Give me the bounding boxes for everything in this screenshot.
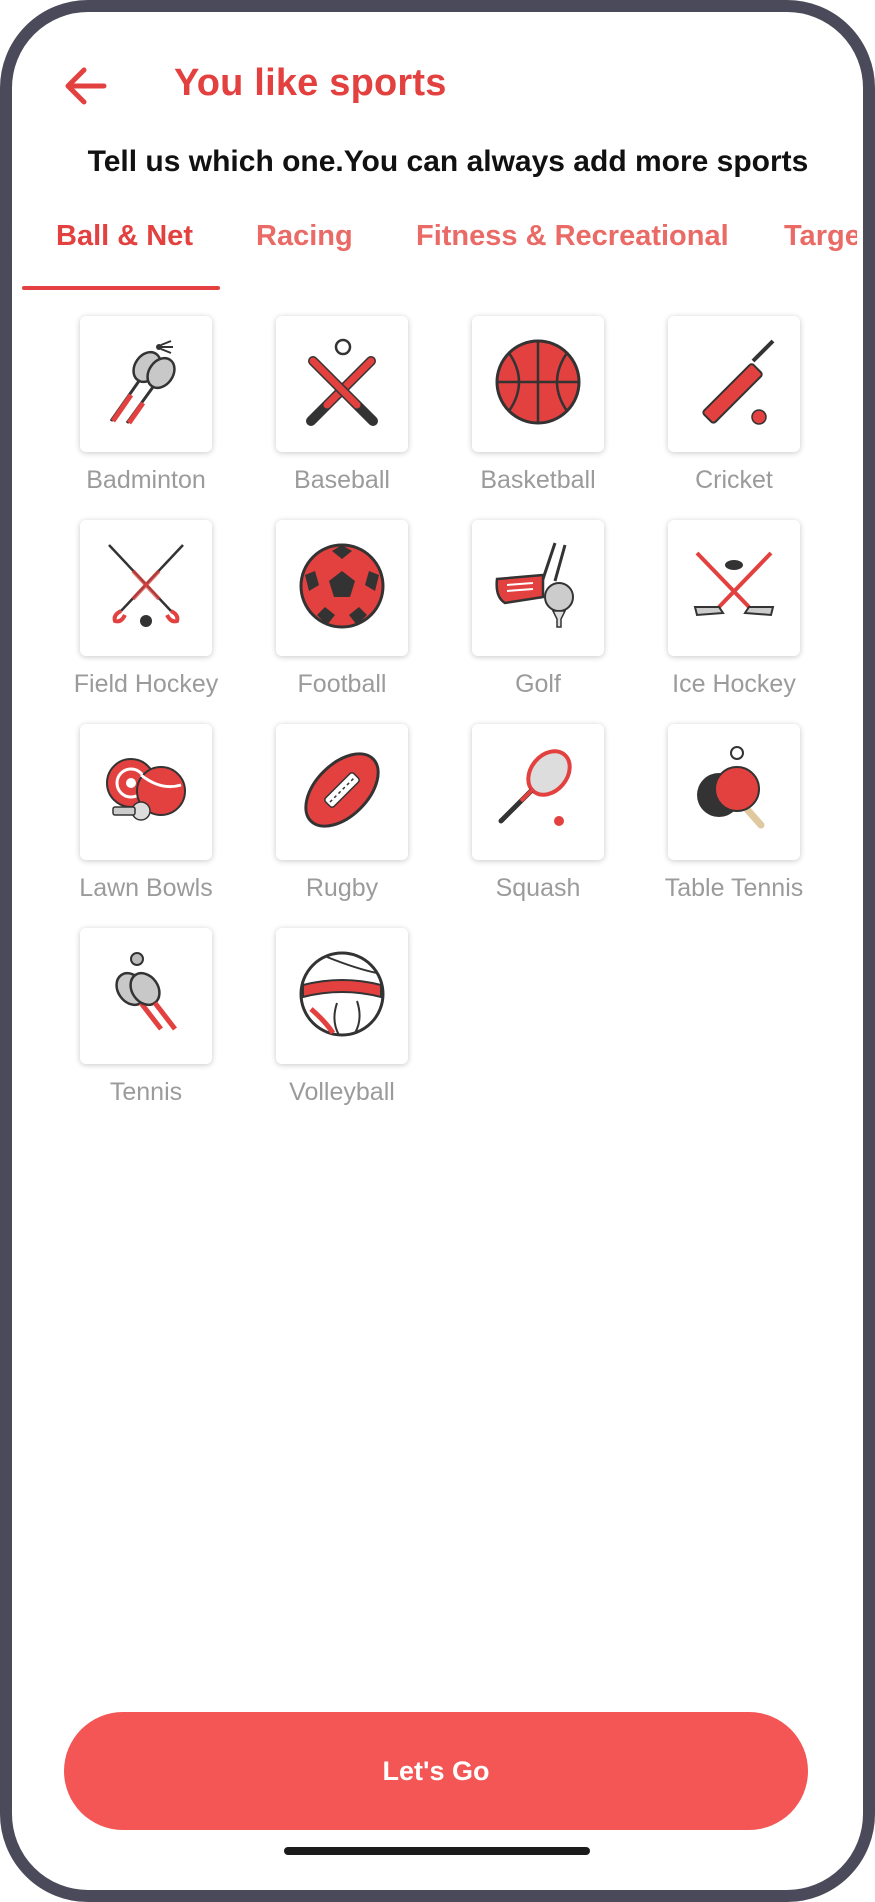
sport-card	[668, 316, 800, 452]
sport-label: Squash	[495, 874, 581, 902]
sport-card	[668, 520, 800, 656]
sport-card	[80, 928, 212, 1064]
sport-tile-table-tennis[interactable]: Table Tennis	[654, 724, 804, 924]
sport-tile-volleyball[interactable]: Volleyball	[262, 928, 412, 1128]
sport-label: Lawn Bowls	[79, 874, 213, 902]
lawn-bowls-icon	[101, 745, 191, 840]
sport-tile-lawn-bowls[interactable]: Lawn Bowls	[66, 724, 216, 924]
sport-label: Badminton	[86, 466, 206, 494]
tab-fitness-recreational[interactable]: Fitness & Recreational	[416, 220, 729, 253]
sport-label: Rugby	[305, 874, 379, 902]
football-icon	[297, 541, 387, 636]
category-tabs: Ball & Net Racing Fitness & Recreational…	[18, 210, 857, 296]
sport-card	[472, 316, 604, 452]
sport-tile-cricket[interactable]: Cricket	[654, 316, 804, 516]
volleyball-icon	[297, 949, 387, 1044]
sport-label: Basketball	[480, 466, 596, 494]
app-screen: You like sports Tell us which one.You ca…	[18, 20, 857, 1882]
sport-label: Baseball	[294, 466, 390, 494]
table-tennis-icon	[689, 745, 779, 840]
ice-hockey-icon	[689, 541, 779, 636]
lets-go-button[interactable]: Let's Go	[64, 1712, 808, 1830]
sport-tile-rugby[interactable]: Rugby	[262, 724, 412, 924]
sport-label: Tennis	[109, 1078, 183, 1106]
sport-tile-badminton[interactable]: Badminton	[66, 316, 216, 516]
sport-tile-golf[interactable]: Golf	[458, 520, 608, 720]
home-indicator[interactable]	[284, 1847, 590, 1855]
sport-label: Ice Hockey	[672, 670, 796, 698]
squash-icon	[493, 745, 583, 840]
sport-card	[472, 724, 604, 860]
sport-tile-tennis[interactable]: Tennis	[66, 928, 216, 1128]
sport-card	[276, 724, 408, 860]
sport-card	[80, 316, 212, 452]
sport-label: Field Hockey	[73, 670, 219, 698]
page-subtitle: Tell us which one.You can always add mor…	[87, 145, 809, 178]
back-arrow-icon[interactable]	[62, 64, 112, 108]
rugby-icon	[297, 745, 387, 840]
sport-card	[80, 520, 212, 656]
sport-card	[276, 520, 408, 656]
tab-racing[interactable]: Racing	[256, 220, 353, 253]
sport-label: Volleyball	[289, 1078, 395, 1106]
field-hockey-icon	[101, 541, 191, 636]
sport-card	[276, 928, 408, 1064]
cricket-icon	[689, 337, 779, 432]
sport-tile-ice-hockey[interactable]: Ice Hockey	[654, 520, 804, 720]
sport-card	[668, 724, 800, 860]
baseball-icon	[297, 337, 387, 432]
tab-ball-net[interactable]: Ball & Net	[56, 220, 193, 253]
page-title: You like sports	[174, 62, 447, 104]
sport-label: Table Tennis	[664, 874, 804, 902]
sport-tile-basketball[interactable]: Basketball	[458, 316, 608, 516]
sport-label: Cricket	[695, 466, 773, 494]
sport-label: Football	[297, 670, 387, 698]
active-tab-indicator	[22, 286, 220, 290]
tennis-icon	[101, 949, 191, 1044]
basketball-icon	[493, 337, 583, 432]
sport-card	[472, 520, 604, 656]
tab-target[interactable]: Targe	[784, 220, 857, 253]
sport-tile-field-hockey[interactable]: Field Hockey	[66, 520, 218, 720]
sport-label: Golf	[515, 670, 561, 698]
badminton-icon	[101, 337, 191, 432]
sport-card	[80, 724, 212, 860]
sport-tile-football[interactable]: Football	[262, 520, 412, 720]
sport-card	[276, 316, 408, 452]
sport-tile-baseball[interactable]: Baseball	[262, 316, 412, 516]
golf-icon	[493, 541, 583, 636]
sport-tile-squash[interactable]: Squash	[458, 724, 608, 924]
